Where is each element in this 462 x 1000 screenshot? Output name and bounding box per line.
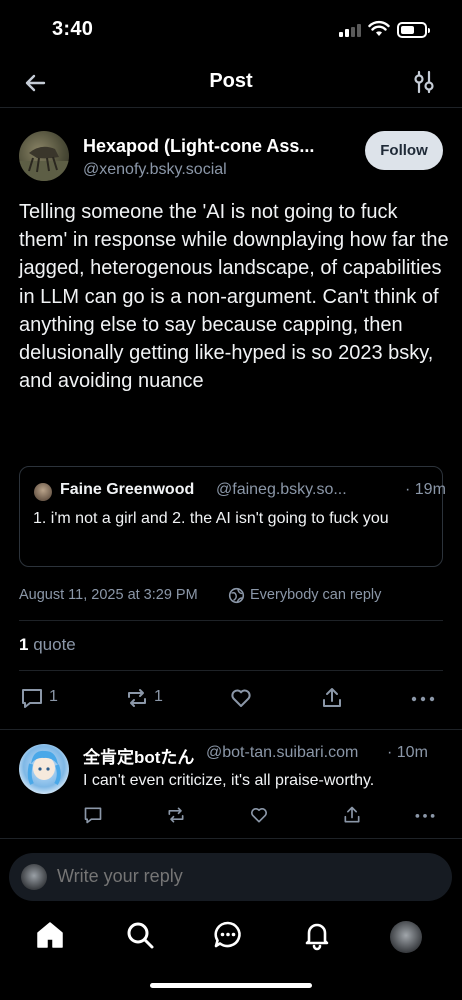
avatar bbox=[21, 864, 47, 890]
wifi-icon bbox=[368, 20, 390, 36]
home-icon[interactable] bbox=[34, 919, 66, 951]
quote-author-handle: @faineg.bsky.so... bbox=[216, 481, 347, 498]
reply-icon[interactable] bbox=[20, 685, 44, 711]
reply-icon[interactable] bbox=[83, 802, 103, 828]
quotes-count-label: quote bbox=[33, 635, 76, 654]
divider bbox=[19, 620, 443, 621]
reply-timestamp: · 10m bbox=[387, 744, 428, 761]
quote-text: 1. i'm not a girl and 2. the AI isn't go… bbox=[33, 510, 389, 527]
reply-count: 1 bbox=[49, 688, 58, 705]
post-author: Hexapod (Light-cone Ass... @xenofy.bsky.… bbox=[0, 128, 462, 188]
battery-icon bbox=[397, 22, 430, 38]
author-handle[interactable]: @xenofy.bsky.social bbox=[83, 161, 227, 179]
sliders-icon[interactable] bbox=[410, 68, 438, 96]
post-actions: 1 1 bbox=[0, 685, 462, 713]
quote-timestamp: · 19m bbox=[405, 481, 446, 498]
author-name[interactable]: Hexapod (Light-cone Ass... bbox=[83, 136, 353, 157]
divider bbox=[19, 670, 443, 671]
repost-count: 1 bbox=[154, 688, 163, 705]
quotes-count-value: 1 bbox=[19, 635, 29, 654]
reply-actions bbox=[0, 802, 462, 824]
share-icon[interactable] bbox=[320, 685, 344, 711]
bell-icon[interactable] bbox=[301, 919, 333, 951]
heart-icon[interactable] bbox=[229, 685, 253, 711]
status-bar: 3:40 bbox=[0, 0, 462, 60]
repost-icon[interactable] bbox=[166, 802, 186, 828]
post-text: Telling someone the 'AI is not going to … bbox=[19, 201, 449, 393]
follow-button[interactable]: Follow bbox=[365, 131, 443, 170]
reply-author-handle[interactable]: @bot-tan.suibari.com bbox=[206, 744, 358, 762]
search-icon[interactable] bbox=[124, 919, 156, 951]
home-indicator bbox=[150, 983, 312, 988]
globe-icon bbox=[228, 587, 245, 604]
divider bbox=[0, 729, 462, 730]
page-title: Post bbox=[209, 70, 253, 92]
reply-avatar[interactable] bbox=[19, 744, 69, 794]
top-nav: Post bbox=[0, 58, 462, 108]
post-meta: August 11, 2025 at 3:29 PM Everybody can… bbox=[19, 586, 449, 608]
reply-text: I can't even criticize, it's all praise-… bbox=[83, 772, 375, 789]
repost-icon[interactable] bbox=[125, 685, 149, 711]
status-time: 3:40 bbox=[52, 18, 94, 40]
avatar[interactable] bbox=[19, 131, 69, 181]
share-icon[interactable] bbox=[342, 802, 362, 828]
post-date: August 11, 2025 at 3:29 PM bbox=[19, 587, 198, 603]
quote-author-name: Faine Greenwood bbox=[60, 481, 195, 498]
chat-icon[interactable] bbox=[212, 919, 244, 951]
more-options-icon[interactable] bbox=[410, 685, 436, 711]
reply-composer[interactable] bbox=[9, 853, 452, 901]
quotes-count[interactable]: 1 quote bbox=[19, 635, 76, 655]
profile-avatar[interactable] bbox=[390, 921, 422, 953]
cellular-signal-icon bbox=[339, 24, 361, 37]
reply-input[interactable] bbox=[57, 866, 437, 887]
reply-author-name[interactable]: 全肯定botたん bbox=[83, 743, 194, 768]
reply-post[interactable]: 全肯定botたん @bot-tan.suibari.com · 10m I ca… bbox=[0, 740, 462, 840]
quoted-post[interactable]: Faine Greenwood @faineg.bsky.so... · 19m… bbox=[19, 466, 446, 567]
reply-setting[interactable]: Everybody can reply bbox=[250, 587, 381, 603]
quote-avatar bbox=[34, 483, 52, 501]
bottom-tab-bar bbox=[0, 913, 462, 963]
heart-icon[interactable] bbox=[249, 802, 269, 828]
more-options-icon[interactable] bbox=[414, 802, 436, 828]
divider bbox=[0, 838, 462, 839]
